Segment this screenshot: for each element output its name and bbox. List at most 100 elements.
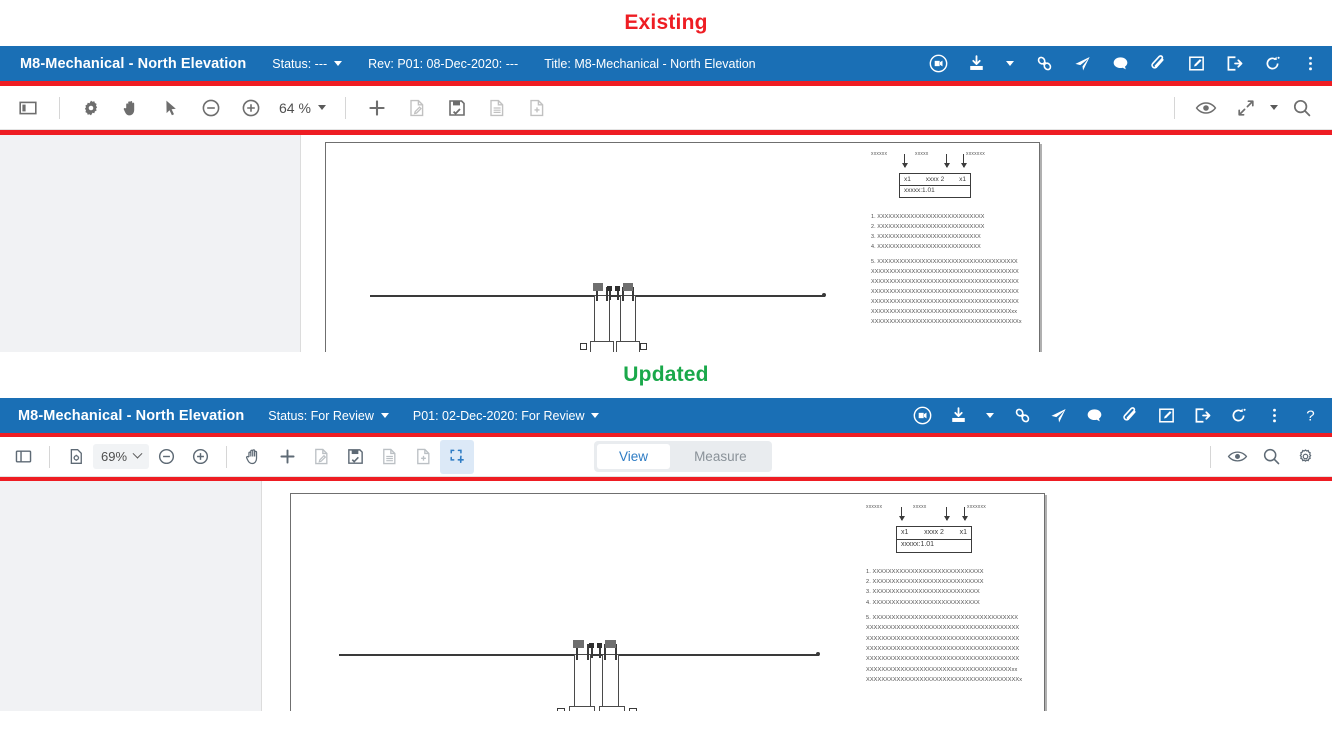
eye-icon[interactable] (1186, 88, 1226, 128)
column-left (574, 654, 591, 710)
attachment-icon[interactable] (1148, 54, 1168, 74)
markup-edit-icon[interactable] (1186, 54, 1206, 74)
tag-header-right: xxxxxxx (967, 504, 986, 510)
updated-zoom-value: 69% (101, 449, 128, 464)
plus-icon[interactable] (357, 88, 397, 128)
note-wrap-line: XXXXXXXXXXXXXXXXXXXXXXXXXXXXXXXXXXXXXXXX (866, 646, 1020, 653)
updated-drawing-sheet[interactable]: xxxxxx xxxxx xxxxxxx x1 xxxx 2 x1 xxxxx:… (290, 493, 1045, 711)
note-item: 1. XXXXXXXXXXXXXXXXXXXXXXXXXXXXX (866, 568, 984, 575)
updated-thumbnail-panel[interactable] (0, 481, 262, 711)
chevron-down-icon (380, 413, 389, 418)
mid-stick-b-head (597, 643, 602, 648)
tag-header-left: xxxxxx (866, 504, 883, 510)
toolbar-separator (1174, 96, 1175, 119)
chevron-down-icon (132, 448, 143, 459)
document-list-icon[interactable] (477, 88, 517, 128)
updated-note-list: 1. XXXXXXXXXXXXXXXXXXXXXXXXXXXXX 2. XXXX… (866, 567, 1036, 686)
existing-status-dropdown[interactable]: Status: --- (272, 56, 343, 71)
column-left (594, 295, 610, 345)
save-icon[interactable] (338, 440, 372, 474)
column-right-head (605, 640, 616, 648)
send-icon[interactable] (1072, 54, 1092, 74)
note-item: 5. XXXXXXXXXXXXXXXXXXXXXXXXXXXXXXXXXXXXX… (871, 259, 1018, 266)
refresh-icon[interactable] (1262, 54, 1282, 74)
download-icon[interactable] (948, 406, 968, 426)
fit-expand-icon[interactable] (1226, 88, 1266, 128)
tab-measure[interactable]: Measure (672, 444, 769, 469)
gear-icon[interactable] (1288, 440, 1322, 474)
tag-arrow-3 (960, 154, 967, 168)
existing-status-label: Status: --- (272, 56, 328, 71)
new-markup-icon[interactable] (397, 88, 437, 128)
video-record-icon[interactable] (912, 406, 932, 426)
eye-icon[interactable] (1220, 440, 1254, 474)
save-icon[interactable] (437, 88, 477, 128)
hand-pan-icon[interactable] (111, 88, 151, 128)
updated-status-dropdown[interactable]: Status: For Review (268, 409, 389, 423)
export-icon[interactable] (1224, 54, 1244, 74)
zoom-in-icon[interactable] (183, 440, 217, 474)
more-options-icon[interactable] (1300, 54, 1320, 74)
video-record-icon[interactable] (928, 54, 948, 74)
sidebar-toggle-icon[interactable] (8, 88, 48, 128)
link-icon[interactable] (1012, 406, 1032, 426)
tag-arrow-row: xxxxxx xxxxx xxxxxxx (871, 151, 1031, 173)
link-icon[interactable] (1034, 54, 1054, 74)
mid-stick-a-head (607, 286, 612, 291)
updated-zoom-dropdown[interactable]: 69% (93, 444, 150, 469)
search-icon[interactable] (1282, 88, 1322, 128)
existing-revision-label: Rev: P01: 08-Dec-2020: --- (368, 56, 519, 71)
fit-expand-caret-icon[interactable] (1266, 88, 1282, 128)
download-dropdown-caret-icon[interactable] (1004, 54, 1016, 74)
cursor-select-icon[interactable] (151, 88, 191, 128)
base-left (569, 706, 595, 711)
existing-zoom-dropdown[interactable]: 64 % (271, 96, 334, 120)
document-add-icon[interactable] (517, 88, 557, 128)
existing-notes-block: xxxxxx xxxxx xxxxxxx x1 xxxx 2 x1 xxxxx:… (871, 151, 1031, 327)
anchor-right (629, 708, 637, 711)
comment-icon[interactable] (1084, 406, 1104, 426)
existing-canvas[interactable]: xxxxxx xxxxx xxxxxxx x1 xxxx 2 x1 xxxxx:… (301, 135, 1332, 352)
search-icon[interactable] (1254, 440, 1288, 474)
attachment-icon[interactable] (1120, 406, 1140, 426)
gear-icon[interactable] (71, 88, 111, 128)
document-list-icon[interactable] (372, 440, 406, 474)
plus-icon[interactable] (270, 440, 304, 474)
document-add-icon[interactable] (406, 440, 440, 474)
updated-notes-block: xxxxxx xxxxx xxxxxxx x1 xxxx 2 x1 xxxxx:… (866, 504, 1036, 685)
chevron-down-icon (317, 105, 326, 110)
markup-edit-icon[interactable] (1156, 406, 1176, 426)
download-dropdown-caret-icon[interactable] (984, 406, 996, 426)
chevron-down-icon (591, 413, 600, 418)
existing-drawing-sheet[interactable]: xxxxxx xxxxx xxxxxxx x1 xxxx 2 x1 xxxxx:… (325, 142, 1040, 352)
existing-thumbnail-panel[interactable] (0, 135, 301, 352)
refresh-icon[interactable] (1228, 406, 1248, 426)
snapshot-select-icon[interactable] (440, 439, 475, 474)
comment-icon[interactable] (1110, 54, 1130, 74)
zoom-in-icon[interactable] (231, 88, 271, 128)
toolbar-separator (49, 445, 50, 468)
updated-viewer: xxxxxx xxxxx xxxxxxx x1 xxxx 2 x1 xxxxx:… (0, 481, 1332, 711)
updated-canvas[interactable]: xxxxxx xxxxx xxxxxxx x1 xxxx 2 x1 xxxxx:… (262, 481, 1332, 711)
updated-revision-dropdown[interactable]: P01: 02-Dec-2020: For Review (413, 409, 600, 423)
tag-cell-mid: xxxx 2 (924, 529, 944, 536)
base-right (599, 706, 625, 711)
note-wrap-line: XXXXXXXXXXXXXXXXXXXXXXXXXXXXXXXXXXXXXXXX (871, 299, 1019, 306)
new-markup-icon[interactable] (304, 440, 338, 474)
page-settings-icon[interactable] (59, 440, 93, 474)
note-wrap-line: XXXXXXXXXXXXXXXXXXXXXXXXXXXXXXXXXXXXXXXX… (866, 677, 1023, 684)
send-icon[interactable] (1048, 406, 1068, 426)
zoom-out-icon[interactable] (149, 440, 183, 474)
note-wrap-line: XXXXXXXXXXXXXXXXXXXXXXXXXXXXXXXXXXXXXXXX (866, 635, 1020, 642)
note-item: 1. XXXXXXXXXXXXXXXXXXXXXXXXXXXXX (871, 214, 985, 221)
tab-view[interactable]: View (597, 444, 671, 469)
download-icon[interactable] (966, 54, 986, 74)
export-icon[interactable] (1192, 406, 1212, 426)
sidebar-toggle-icon[interactable] (6, 440, 40, 474)
hand-pan-icon[interactable] (236, 440, 270, 474)
help-icon[interactable]: ? (1300, 406, 1320, 426)
note-wrap-line: XXXXXXXXXXXXXXXXXXXXXXXXXXXXXXXXXXXXXXXX (866, 656, 1020, 663)
more-options-icon[interactable] (1264, 406, 1284, 426)
zoom-out-icon[interactable] (191, 88, 231, 128)
tag-arrow-row: xxxxxx xxxxx xxxxxxx (866, 504, 1036, 526)
